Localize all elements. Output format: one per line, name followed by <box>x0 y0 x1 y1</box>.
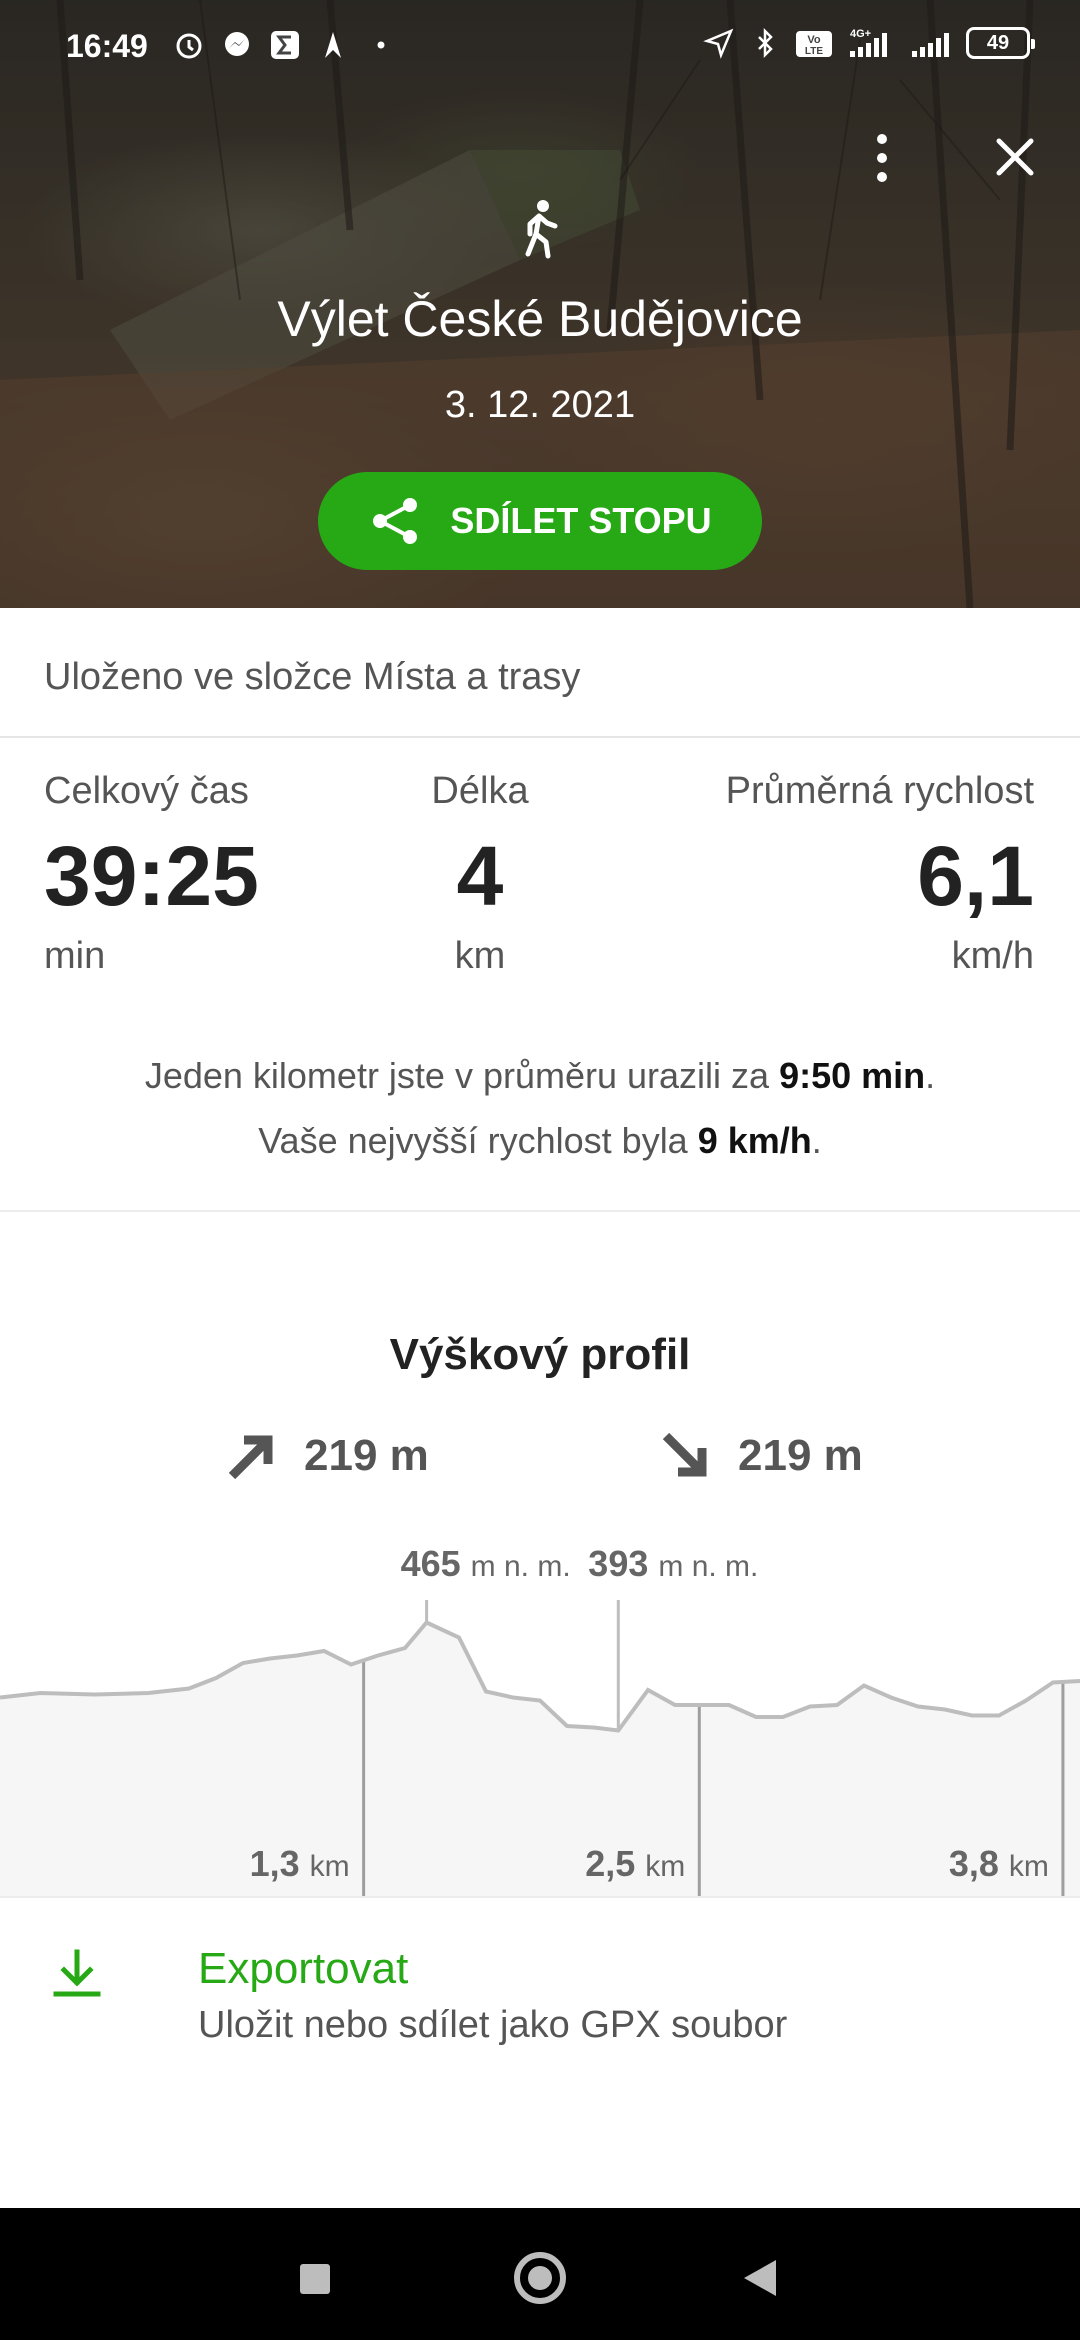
messenger-icon <box>220 28 254 62</box>
system-navigation-bar <box>0 2208 1080 2340</box>
ascent-value: 219 m <box>304 1431 429 1480</box>
close-icon[interactable] <box>992 134 1038 180</box>
descent-arrow-icon <box>662 1432 707 1477</box>
share-track-button[interactable]: SDÍLET STOPU <box>318 472 762 570</box>
alarm-icon <box>172 28 206 62</box>
status-time: 16:49 <box>66 28 148 64</box>
export-title: Exportovat <box>198 1944 409 1993</box>
trip-title: Výlet České Budějovice <box>277 291 803 347</box>
total-time-label: Celkový čas <box>44 770 249 812</box>
length-label: Délka <box>431 770 529 812</box>
more-options-icon[interactable] <box>862 130 902 186</box>
svg-text:LTE: LTE <box>805 46 823 57</box>
saved-folder-text: Uloženo ve složce Místa a trasy <box>44 656 581 698</box>
avg-speed-label: Průměrná rychlost <box>725 770 1034 812</box>
min-elevation-label: 393 m n. m. <box>588 1543 758 1584</box>
distance-tick-label: 3,8 km <box>949 1843 1049 1884</box>
sigma-app-icon <box>268 28 302 62</box>
navigation-app-icon <box>316 28 350 62</box>
distance-tick-label: 1,3 km <box>250 1843 350 1884</box>
trip-date: 3. 12. 2021 <box>444 384 636 426</box>
bluetooth-icon <box>748 26 782 60</box>
recents-button[interactable] <box>300 2264 330 2294</box>
elevation-profile-title: Výškový profil <box>389 1330 691 1379</box>
download-icon <box>53 1949 101 1997</box>
section-divider <box>0 1210 1080 1212</box>
volte-icon: Vo LTE <box>794 26 834 60</box>
battery-icon: 49 <box>966 27 1035 59</box>
home-button[interactable] <box>514 2252 566 2304</box>
length-unit: km <box>454 935 506 977</box>
status-bar: 16:49 Vo LTE 4G+ 49 <box>0 0 1080 80</box>
total-time-value: 39:25 <box>44 829 259 923</box>
elevation-area <box>0 1622 1080 1896</box>
export-row[interactable]: Exportovat Uložit nebo sdílet jako GPX s… <box>0 1896 1080 2206</box>
total-time-unit: min <box>44 935 106 977</box>
descent-stat: 219 m <box>658 1430 863 1482</box>
max-speed-value: 9 km/h <box>697 1120 812 1161</box>
svg-text:4G+: 4G+ <box>850 28 871 40</box>
avg-pace-value: 9:50 min <box>779 1055 926 1096</box>
location-icon <box>702 26 736 60</box>
export-subtitle: Uložit nebo sdílet jako GPX soubor <box>198 2004 788 2046</box>
ascent-arrow-icon <box>228 1435 273 1480</box>
signal-4g-icon: 4G+ <box>846 26 898 60</box>
share-track-label: SDÍLET STOPU <box>450 500 712 541</box>
length-value: 4 <box>456 829 504 923</box>
avg-pace-text: Jeden kilometr jste v průměru urazili za… <box>144 1055 936 1096</box>
signal-icon <box>910 26 954 60</box>
share-icon <box>373 498 418 544</box>
walking-person-icon <box>525 200 558 259</box>
svg-text:Vo: Vo <box>807 34 821 46</box>
more-notifications-dot-icon <box>364 28 398 62</box>
back-button[interactable] <box>744 2260 776 2296</box>
descent-value: 219 m <box>738 1431 863 1480</box>
avg-speed-unit: km/h <box>951 935 1034 977</box>
max-elevation-label: 465 m n. m. <box>401 1543 571 1584</box>
avg-speed-value: 6,1 <box>917 829 1034 923</box>
elevation-chart[interactable]: 1,3 km 2,5 km 3,8 km 465 m n. m. 393 m n. m… <box>0 1530 1080 1896</box>
distance-tick-label: 2,5 km <box>585 1843 685 1884</box>
saved-folder-row[interactable]: Uloženo ve složce Místa a trasy <box>0 608 1080 738</box>
max-speed-text: Vaše nejvyšší rychlost byla 9 km/h. <box>258 1120 822 1161</box>
ascent-stat: 219 m <box>224 1430 429 1482</box>
